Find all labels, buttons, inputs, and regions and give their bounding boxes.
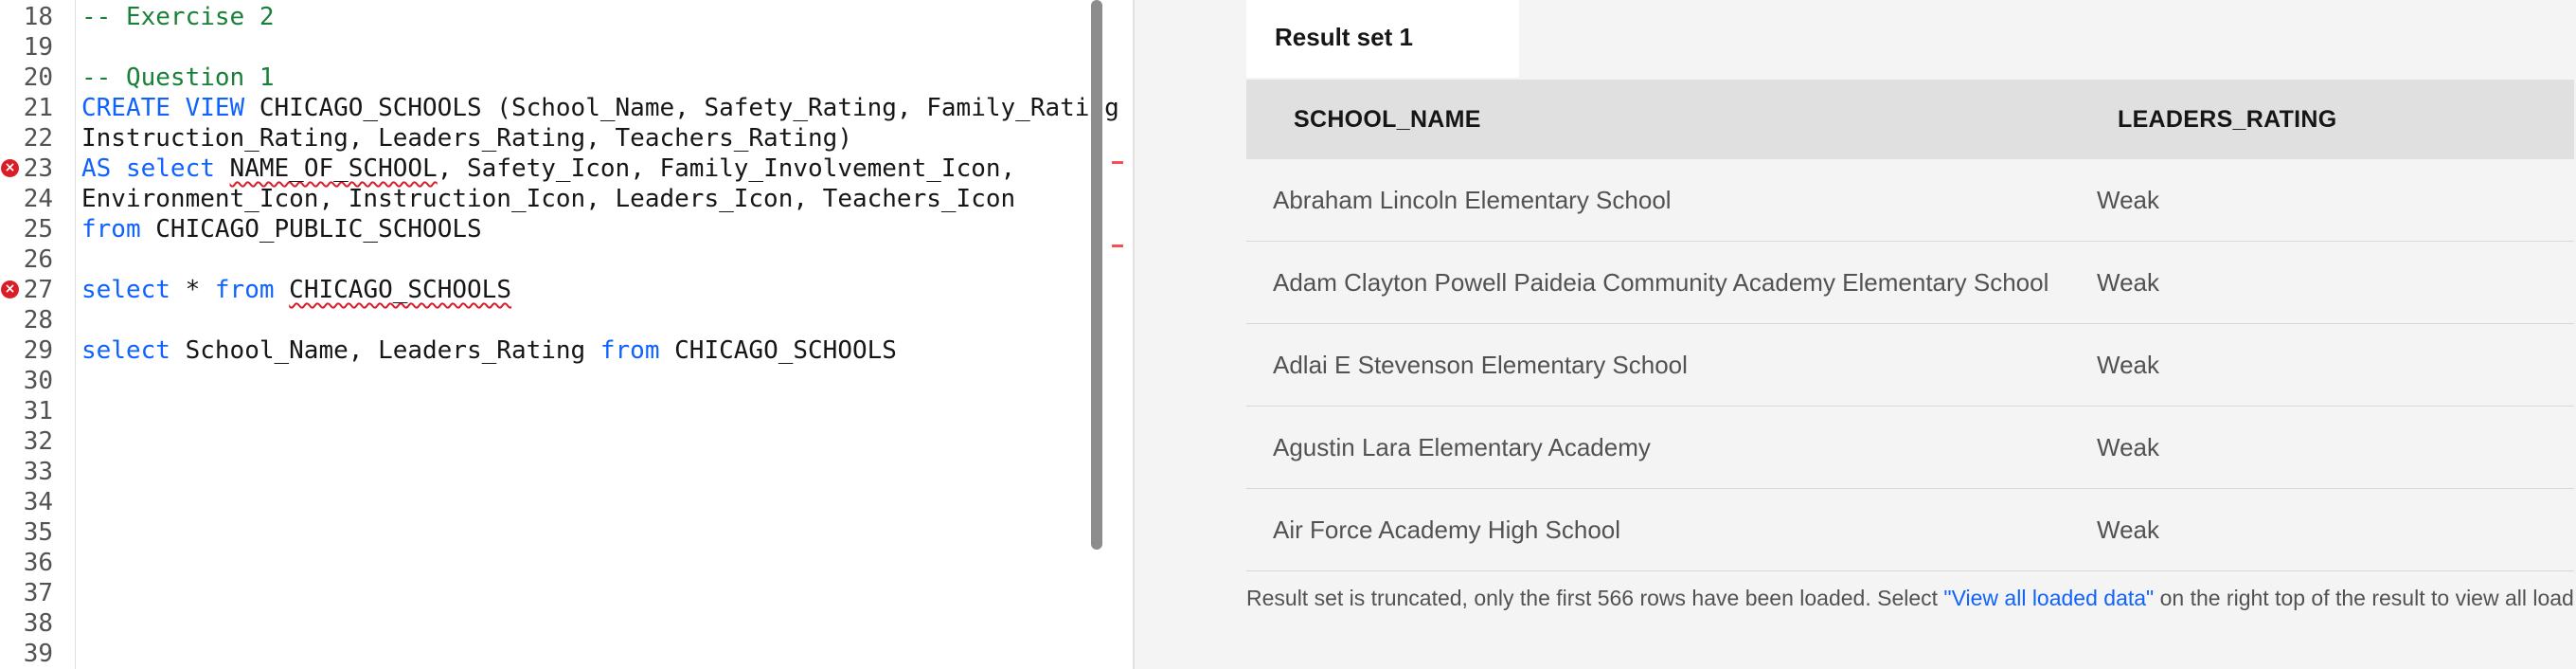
cell-school-name: Air Force Academy High School — [1273, 515, 1621, 544]
cell-leaders-rating: Weak — [2097, 351, 2159, 379]
code-token: from — [599, 336, 660, 365]
line-number-gutter: 18 19 20 21 22 23 × 24 25 26 27 × 28 29 30 31 32 33 34 35 36… — [0, 0, 76, 669]
code-line[interactable]: select * from CHICAGO_SCHOOLS — [81, 275, 511, 305]
line-number: 22 — [23, 124, 53, 153]
line-number: 30 — [23, 367, 53, 395]
line-number: 35 — [23, 518, 53, 547]
cell-leaders-rating: Weak — [2097, 433, 2159, 461]
code-line[interactable]: AS select NAME_OF_SCHOOL, Safety_Icon, F… — [81, 154, 1015, 184]
truncation-notice-text: Result set is truncated, only the first … — [1246, 586, 1944, 610]
line-number: 37 — [23, 579, 53, 607]
table-body: Abraham Lincoln Elementary School Weak Ada… — [1246, 159, 2574, 571]
line-number: 24 — [23, 185, 53, 213]
error-token: NAME_OF_SCHOOL — [229, 154, 438, 183]
line-number: 20 — [23, 63, 53, 92]
line-number: 29 — [23, 336, 53, 365]
table-row[interactable]: Air Force Academy High School Weak — [1246, 489, 2574, 571]
code-line[interactable]: -- Exercise 2 — [81, 2, 275, 32]
table-row[interactable]: Abraham Lincoln Elementary School Weak — [1246, 159, 2574, 242]
cell-leaders-rating: Weak — [2097, 515, 2159, 544]
code-token: School_Name, Leaders_Rating — [170, 336, 600, 365]
code-token: CHICAGO_SCHOOLS (School_Name, Safety_Rat… — [244, 94, 1119, 122]
table-row[interactable]: Agustin Lara Elementary Academy Weak — [1246, 407, 2574, 489]
code-token: -- Question 1 — [81, 63, 275, 92]
line-number: 18 — [23, 3, 53, 31]
column-header-school-name[interactable]: SCHOOL_NAME — [1294, 80, 1481, 159]
truncation-notice: Result set is truncated, only the first … — [1246, 582, 2574, 614]
cell-school-name: Adam Clayton Powell Paideia Community Ac… — [1273, 268, 2049, 297]
code-line[interactable]: -- Question 1 — [81, 63, 275, 93]
view-all-loaded-data-link[interactable]: "View all loaded data" — [1943, 586, 2154, 610]
line-number: 31 — [23, 397, 53, 425]
line-number: 21 — [23, 94, 53, 122]
line-number: 36 — [23, 549, 53, 577]
line-number: 28 — [23, 306, 53, 334]
table-header: SCHOOL_NAME LEADERS_RATING — [1246, 80, 2574, 159]
error-token: CHICAGO_SCHOOLS — [289, 276, 511, 304]
error-ruler-mark[interactable] — [1112, 244, 1123, 247]
column-header-leaders-rating[interactable]: LEADERS_RATING — [2118, 80, 2337, 159]
code-token: CREATE VIEW — [81, 94, 245, 122]
code-token: , Safety_Icon, Family_Involvement_Icon, — [437, 154, 1016, 183]
truncation-notice-text-end: on the right top of the result to view a… — [2159, 586, 2574, 610]
code-token: from — [81, 215, 141, 244]
code-token: AS select — [81, 154, 215, 183]
sql-editor[interactable]: 18 19 20 21 22 23 × 24 25 26 27 × 28 29 30 31 32 33 34 35 36… — [0, 0, 1133, 669]
code-token: select — [81, 336, 170, 365]
line-number: 33 — [23, 458, 53, 486]
editor-scrollbar[interactable] — [1091, 0, 1102, 550]
code-line[interactable]: Instruction_Rating, Leaders_Rating, Teac… — [81, 123, 852, 154]
line-number: 39 — [23, 640, 53, 668]
error-ruler-mark[interactable] — [1112, 161, 1123, 164]
code-token: Environment_Icon, Instruction_Icon, Lead… — [81, 185, 1016, 213]
code-line[interactable]: select School_Name, Leaders_Rating from … — [81, 335, 897, 366]
code-token: CHICAGO_SCHOOLS — [659, 336, 897, 365]
code-token: CHICAGO_PUBLIC_SCHOOLS — [140, 215, 482, 244]
cell-school-name: Abraham Lincoln Elementary School — [1273, 186, 1672, 214]
results-pane: Result set 1 SCHOOL_NAME LEADERS_RATING … — [1133, 0, 2576, 669]
code-line[interactable]: from CHICAGO_PUBLIC_SCHOOLS — [81, 214, 482, 244]
line-number: 38 — [23, 609, 53, 638]
line-number: 19 — [23, 33, 53, 62]
cell-school-name: Agustin Lara Elementary Academy — [1273, 433, 1651, 461]
code-token: select — [81, 276, 170, 304]
results-table: SCHOOL_NAME LEADERS_RATING Abraham Linco… — [1246, 80, 2574, 571]
line-number: 34 — [23, 488, 53, 516]
line-number: 25 — [23, 215, 53, 244]
cell-leaders-rating: Weak — [2097, 268, 2159, 297]
cell-school-name: Adlai E Stevenson Elementary School — [1273, 351, 1688, 379]
line-number: 26 — [23, 245, 53, 274]
code-line[interactable]: Environment_Icon, Instruction_Icon, Lead… — [81, 184, 1015, 214]
table-row[interactable]: Adam Clayton Powell Paideia Community Ac… — [1246, 242, 2574, 324]
tab-result-set-1[interactable]: Result set 1 — [1246, 0, 1519, 78]
line-number: 32 — [23, 427, 53, 456]
cell-leaders-rating: Weak — [2097, 186, 2159, 214]
error-circle-icon[interactable]: × — [1, 280, 19, 298]
table-row[interactable]: Adlai E Stevenson Elementary School Weak — [1246, 324, 2574, 407]
code-line[interactable]: CREATE VIEW CHICAGO_SCHOOLS (School_Name… — [81, 93, 1119, 123]
code-token: Instruction_Rating, Leaders_Rating, Teac… — [81, 124, 852, 153]
code-token: -- Exercise 2 — [81, 3, 275, 31]
error-circle-icon[interactable]: × — [1, 159, 19, 177]
code-token: * — [170, 276, 215, 304]
code-token: from — [214, 276, 275, 304]
